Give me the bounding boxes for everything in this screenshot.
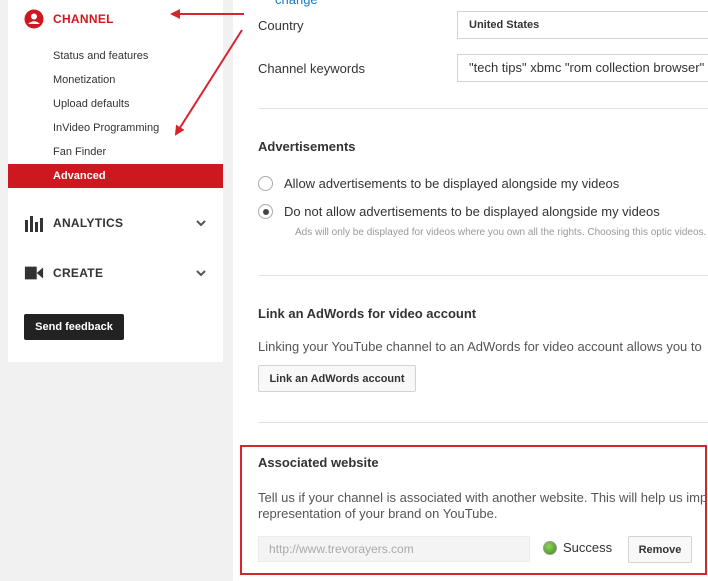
ads-note: Ads will only be displayed for videos wh… — [295, 227, 707, 238]
divider — [258, 422, 708, 423]
sidebar-section-analytics-label: ANALYTICS — [53, 216, 124, 230]
remove-website-button[interactable]: Remove — [628, 536, 692, 563]
link-adwords-button[interactable]: Link an AdWords account — [258, 365, 416, 392]
website-url-input[interactable]: http://www.trevorayers.com — [258, 536, 530, 562]
sidebar-section-create-label: CREATE — [53, 266, 104, 280]
analytics-bars-icon — [24, 213, 44, 233]
divider — [258, 275, 708, 276]
sidebar-item-invideo-programming[interactable]: InVideo Programming — [8, 116, 223, 140]
ads-disallow-radio[interactable] — [258, 204, 273, 219]
verification-status-label: Success — [563, 540, 613, 555]
ads-disallow-option[interactable]: Do not allow advertisements to be displa… — [258, 204, 660, 219]
sidebar-item-status-and-features[interactable]: Status and features — [8, 44, 223, 68]
chevron-down-icon[interactable] — [195, 267, 207, 279]
adwords-title: Link an AdWords for video account — [258, 306, 477, 321]
ads-allow-label: Allow advertisements to be displayed alo… — [284, 176, 620, 191]
send-feedback-button[interactable]: Send feedback — [24, 314, 124, 340]
verification-status: Success — [543, 540, 612, 555]
change-link[interactable]: change — [275, 0, 318, 7]
sidebar-item-fan-finder[interactable]: Fan Finder — [8, 140, 223, 164]
adwords-description: Linking your YouTube channel to an AdWor… — [258, 339, 702, 354]
channel-keywords-input[interactable]: "tech tips" xbmc "rom collection browser… — [457, 54, 708, 82]
sidebar-section-channel-label: CHANNEL — [53, 12, 114, 26]
country-label: Country — [258, 18, 304, 33]
sidebar-section-create[interactable]: CREATE — [8, 261, 223, 285]
success-dot-icon — [543, 540, 557, 555]
sidebar: CHANNEL Status and features Monetization… — [8, 0, 223, 362]
sidebar-section-analytics[interactable]: ANALYTICS — [8, 211, 223, 235]
sidebar-item-advanced[interactable]: Advanced — [8, 164, 223, 188]
advertisements-title: Advertisements — [258, 139, 356, 154]
video-camera-icon — [24, 263, 44, 283]
associated-website-description-line1: Tell us if your channel is associated wi… — [258, 490, 708, 505]
divider — [258, 108, 708, 109]
main-content: change Country United States Channel key… — [233, 0, 708, 581]
associated-website-title: Associated website — [258, 455, 379, 470]
ads-allow-option[interactable]: Allow advertisements to be displayed alo… — [258, 176, 619, 191]
chevron-down-icon[interactable] — [195, 217, 207, 229]
channel-keywords-label: Channel keywords — [258, 61, 365, 76]
sidebar-item-upload-defaults[interactable]: Upload defaults — [8, 92, 223, 116]
country-select[interactable]: United States — [457, 11, 708, 39]
associated-website-description-line2: representation of your brand on YouTube. — [258, 506, 498, 521]
ads-disallow-label: Do not allow advertisements to be displa… — [284, 204, 660, 219]
sidebar-section-channel[interactable]: CHANNEL — [8, 7, 223, 31]
channel-person-icon — [24, 9, 44, 29]
ads-allow-radio[interactable] — [258, 176, 273, 191]
sidebar-item-monetization[interactable]: Monetization — [8, 68, 223, 92]
